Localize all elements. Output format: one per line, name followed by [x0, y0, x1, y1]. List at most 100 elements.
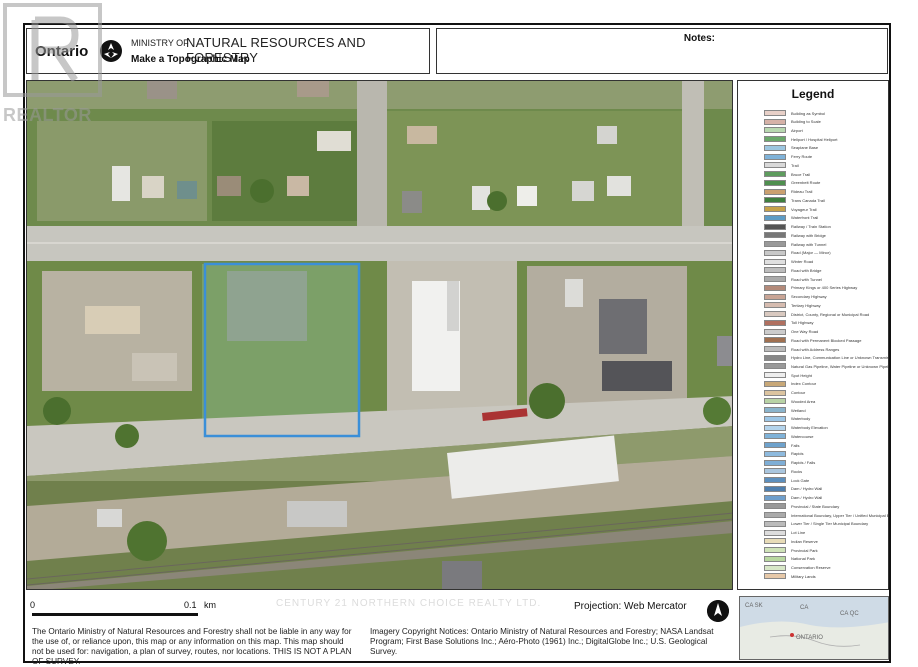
- legend-swatch: [764, 477, 786, 484]
- legend-item: Hydro Line, Communication Line or Unknow…: [764, 354, 888, 362]
- legend-item: Winter Road: [764, 258, 813, 266]
- legend-item-label: Rideau Trail: [791, 189, 813, 195]
- legend-swatch: [764, 249, 786, 256]
- legend-item: Watercourse: [764, 432, 814, 440]
- legend-item: Railway / Train Station: [764, 223, 831, 231]
- legend-item: Waterfront Trail: [764, 214, 818, 222]
- legend-swatch: [764, 144, 786, 151]
- legend-item: Road with Address Ranges: [764, 345, 839, 353]
- legend-swatch: [764, 529, 786, 536]
- scale-start-label: 0: [30, 600, 36, 610]
- legend-item: Military Lands: [764, 572, 816, 580]
- legend-swatch: [764, 197, 786, 204]
- ministry-prefix: MINISTRY OF: [131, 38, 189, 48]
- legend-swatch: [764, 162, 786, 169]
- legend-item: National Park: [764, 555, 815, 563]
- legend-item-label: Natural Gas Pipeline, Water Pipeline or …: [791, 363, 889, 369]
- legend-item-label: International Boundary, Upper Tier / Uni…: [791, 512, 888, 518]
- legend-item-label: Lot Line: [791, 530, 806, 536]
- legend-swatch: [764, 424, 786, 431]
- notes-panel: Notes:: [436, 28, 888, 74]
- legend-swatch: [764, 573, 786, 580]
- legend-swatch: [764, 118, 786, 125]
- legend-item: Wetland: [764, 406, 806, 414]
- legend-item-label: Lock Gate: [791, 477, 810, 483]
- legend-swatch: [764, 127, 786, 134]
- legend-swatch: [764, 232, 786, 239]
- legend-item-label: Waterbody: [791, 416, 811, 422]
- legend-swatch: [764, 171, 786, 178]
- legend-swatch: [764, 319, 786, 326]
- legend-item: Rapids: [764, 450, 803, 458]
- legend-swatch: [764, 415, 786, 422]
- legend-item-label: Road with Permanent Blocked Passage: [791, 337, 862, 343]
- legend-item-label: Provincial / State Boundary: [791, 503, 840, 509]
- legend-swatch: [764, 547, 786, 554]
- legend-item: Primary Kings or 400 Series Highway: [764, 284, 857, 292]
- legend-swatch: [764, 512, 786, 519]
- inset-locator-map[interactable]: CA SK CA CA QC ONTARIO: [739, 596, 889, 660]
- legend-item: Voyageur Trail: [764, 205, 817, 213]
- legend-item-label: Watercourse: [791, 433, 814, 439]
- legend-item-label: Spot Height: [791, 372, 812, 378]
- legend-swatch: [764, 485, 786, 492]
- inset-label-ontario: ONTARIO: [796, 635, 823, 641]
- legend-swatch: [764, 407, 786, 414]
- legend-swatch: [764, 468, 786, 475]
- aerial-map[interactable]: [26, 80, 733, 590]
- legend-item-label: Rapids / Falls: [791, 460, 816, 466]
- legend-item-label: Trans Canada Trail: [791, 197, 825, 203]
- legend-item-label: Provincial Park: [791, 547, 818, 553]
- legend-item: Lock Gate: [764, 476, 809, 484]
- legend-swatch: [764, 241, 786, 248]
- legend-item-label: Waterbody Elevation: [791, 425, 828, 431]
- legend-item: Road with Bridge: [764, 266, 821, 274]
- legend-item-label: Rocks: [791, 468, 803, 474]
- legend-swatch: [764, 442, 786, 449]
- legend-item: Railway with Tunnel: [764, 240, 826, 248]
- legend-swatch: [764, 538, 786, 545]
- legend-swatch: [764, 223, 786, 230]
- legend-item: Greenbelt Route: [764, 179, 820, 187]
- legend-item: Index Contour: [764, 380, 816, 388]
- legend-swatch: [764, 398, 786, 405]
- scale-unit-label: km: [204, 600, 216, 610]
- legend-item: Spot Height: [764, 371, 812, 379]
- legend-item: Road (Major — Minor): [764, 249, 831, 257]
- legend-item-label: Falls: [791, 442, 800, 448]
- legend-item: Building as Symbol: [764, 109, 825, 117]
- legend-swatch: [764, 284, 786, 291]
- legend-item-label: Voyageur Trail: [791, 206, 817, 212]
- brokerage-watermark: CENTURY 21 NORTHERN CHOICE REALTY LTD.: [276, 598, 542, 609]
- legend-swatch: [764, 179, 786, 186]
- legend-item-label: Toll Highway: [791, 320, 814, 326]
- legend-swatch: [764, 188, 786, 195]
- legend-swatch: [764, 346, 786, 352]
- legend-swatch: [764, 433, 786, 440]
- legend-item: Provincial Park: [764, 546, 818, 554]
- legend-panel: Legend Building as Symbol Building to Sca…: [737, 80, 889, 590]
- legend-item-label: District, County, Regional or Municipal …: [791, 311, 870, 317]
- legend-swatch: [764, 136, 786, 143]
- imagery-copyright: Imagery Copyright Notices: Ontario Minis…: [370, 627, 714, 656]
- legend-item-label: Heliport / Hospital Heliport: [791, 136, 838, 142]
- legend-title: Legend: [791, 87, 835, 101]
- scale-bar: [32, 613, 198, 616]
- legend-item: Building to Scale: [764, 118, 821, 126]
- legend-item: Rapids / Falls: [764, 459, 815, 467]
- legend-swatch: [764, 302, 786, 309]
- legend-item: Indian Reserve: [764, 537, 818, 545]
- liability-disclaimer: The Ontario Ministry of Natural Resource…: [32, 627, 352, 666]
- legend-item-label: Bruce Trail: [791, 171, 811, 177]
- legend-item: Falls: [764, 441, 799, 449]
- legend-item-label: Lower Tier / Single Tier Municipal Bound…: [791, 521, 869, 527]
- legend-item-label: One Way Road: [791, 329, 819, 335]
- legend-item-label: Dam / Hydro Wall: [791, 486, 823, 492]
- legend-item: Road with Tunnel: [764, 275, 822, 283]
- legend-swatch: [764, 153, 786, 160]
- legend-item-label: Road with Tunnel: [791, 276, 822, 282]
- legend-item-label: Road with Bridge: [791, 267, 822, 273]
- legend-item-label: Winter Road: [791, 259, 814, 265]
- legend-item: Airport: [764, 126, 803, 134]
- legend-swatch: [764, 494, 786, 501]
